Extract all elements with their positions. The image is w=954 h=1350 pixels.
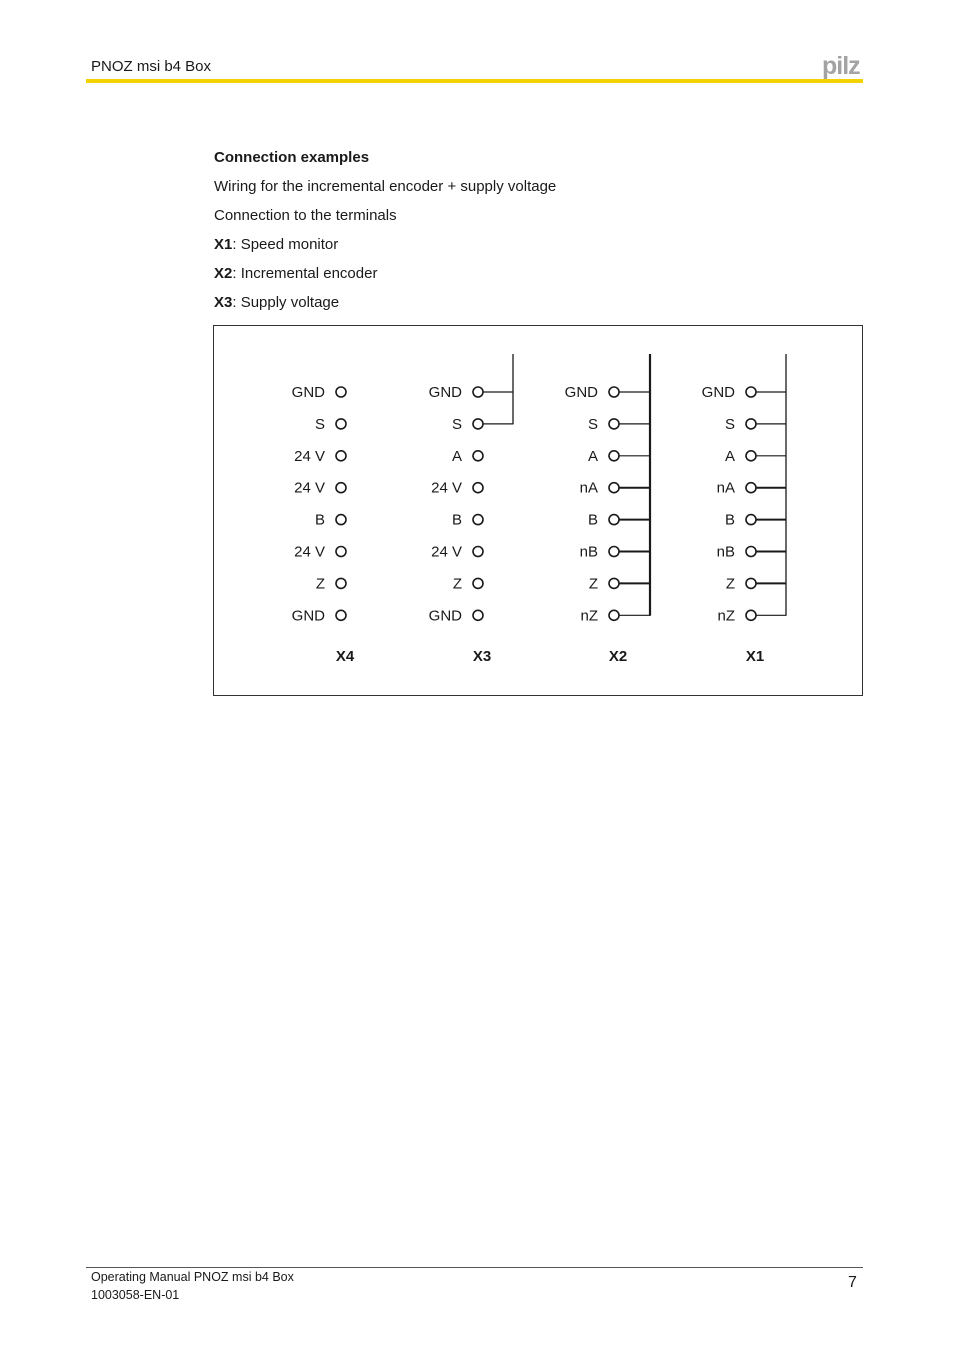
- pin-label: GND: [429, 607, 463, 624]
- terminal-description: X2: Incremental encoder: [214, 264, 556, 293]
- connector-label: X3: [473, 648, 491, 665]
- terminal-pin-icon: [335, 577, 347, 590]
- pin-label: 24 V: [294, 448, 325, 465]
- pin-label: nZ: [717, 607, 735, 624]
- pin-label: A: [452, 448, 462, 465]
- pin-label: 24 V: [294, 480, 325, 497]
- terminal-pin-icon: [472, 513, 484, 526]
- pin-label: 24 V: [431, 544, 462, 561]
- section-heading: Connection examples: [214, 149, 370, 166]
- footer-doc-number: 1003058-EN-01: [91, 1288, 180, 1302]
- pin-label: Z: [316, 575, 325, 592]
- pin-label: GND: [565, 384, 599, 401]
- terminal-pin-icon: [608, 418, 620, 430]
- terminal-pin-icon: [745, 609, 757, 622]
- pin-label: B: [315, 512, 325, 529]
- terminal-pin-icon: [472, 577, 484, 590]
- pin-label: B: [452, 512, 462, 529]
- terminal-pin-icon: [335, 609, 347, 622]
- wiring-diagram: GND S 24 V 24 V B 24 V Z GND X4 GND S A 24 V B 24 V Z GN…: [213, 325, 863, 696]
- pin-label: GND: [292, 384, 326, 401]
- pin-label: 24 V: [294, 544, 325, 561]
- terminal-pin-icon: [335, 481, 347, 494]
- connector-label: X1: [746, 648, 764, 665]
- terminal-pin-icon: [745, 481, 757, 494]
- pin-label: nA: [717, 480, 735, 497]
- footer-manual-title: Operating Manual PNOZ msi b4 Box: [91, 1270, 294, 1284]
- terminal-pin-icon: [608, 545, 620, 558]
- terminal-pin-icon: [608, 450, 620, 462]
- page-number: 7: [848, 1274, 857, 1291]
- terminal-pin-icon: [745, 513, 757, 526]
- pin-label: Z: [589, 575, 598, 592]
- terminal-pin-icon: [472, 418, 484, 430]
- terminal-pin-icon: [745, 386, 757, 398]
- terminal-pin-icon: [472, 609, 484, 622]
- pin-label: S: [315, 416, 325, 433]
- paragraph: Wiring for the incremental encoder + sup…: [214, 178, 557, 195]
- terminal-pin-icon: [335, 545, 347, 558]
- terminal-pin-icon: [335, 513, 347, 526]
- connector-label: X4: [336, 648, 355, 665]
- pin-label: B: [725, 512, 735, 529]
- terminal-text: : Incremental encoder: [232, 265, 378, 282]
- terminal-id: X1: [214, 236, 233, 253]
- terminal-text: : Supply voltage: [232, 294, 340, 311]
- terminal-pin-icon: [608, 609, 620, 622]
- terminal-pin-icon: [608, 481, 620, 494]
- pin-label: GND: [429, 384, 463, 401]
- pin-label: S: [452, 416, 462, 433]
- wiring-diagram-svg: GNDS24 V24 VB24 VZGNDX4GNDSA24 VB24 VZGN…: [292, 354, 787, 665]
- pin-label: 24 V: [431, 480, 462, 497]
- pin-label: B: [588, 512, 598, 529]
- terminal-pin-icon: [335, 386, 347, 398]
- terminal-id: X3: [214, 294, 233, 311]
- pin-label: GND: [702, 384, 736, 401]
- section-content: Connection examples Wiring for the incre…: [214, 148, 556, 322]
- terminal-text: : Speed monitor: [232, 236, 339, 253]
- terminal-pin-icon: [608, 513, 620, 526]
- pin-label: nZ: [580, 607, 598, 624]
- terminal-pin-icon: [472, 545, 484, 558]
- terminal-pin-icon: [472, 481, 484, 494]
- terminal-pin-icon: [745, 418, 757, 430]
- pin-label: S: [588, 416, 598, 433]
- terminal-pin-icon: [745, 450, 757, 462]
- terminal-description: X3: Supply voltage: [214, 293, 556, 322]
- pilz-logo: pilz: [822, 52, 861, 80]
- terminal-description: X1: Speed monitor: [214, 235, 556, 264]
- terminal-pin-icon: [745, 577, 757, 590]
- header-title: PNOZ msi b4 Box: [91, 58, 212, 75]
- pin-label: nA: [580, 480, 598, 497]
- terminal-pin-icon: [472, 450, 484, 462]
- pin-label: Z: [453, 575, 462, 592]
- terminal-pin-icon: [608, 577, 620, 590]
- terminal-pin-icon: [335, 418, 347, 430]
- terminal-pin-icon: [608, 386, 620, 398]
- terminal-id: X2: [214, 265, 233, 282]
- pin-label: S: [725, 416, 735, 433]
- terminal-pin-icon: [335, 450, 347, 462]
- pin-label: nB: [580, 544, 598, 561]
- pin-label: Z: [726, 575, 735, 592]
- terminal-pin-icon: [745, 545, 757, 558]
- pin-label: GND: [292, 607, 326, 624]
- connector-label: X2: [609, 648, 627, 665]
- header-rule: [86, 79, 863, 83]
- paragraph: Connection to the terminals: [214, 207, 397, 224]
- terminal-pin-icon: [472, 386, 484, 398]
- pin-label: nB: [717, 544, 735, 561]
- footer-rule: [86, 1267, 863, 1268]
- pin-label: A: [588, 448, 598, 465]
- pin-label: A: [725, 448, 735, 465]
